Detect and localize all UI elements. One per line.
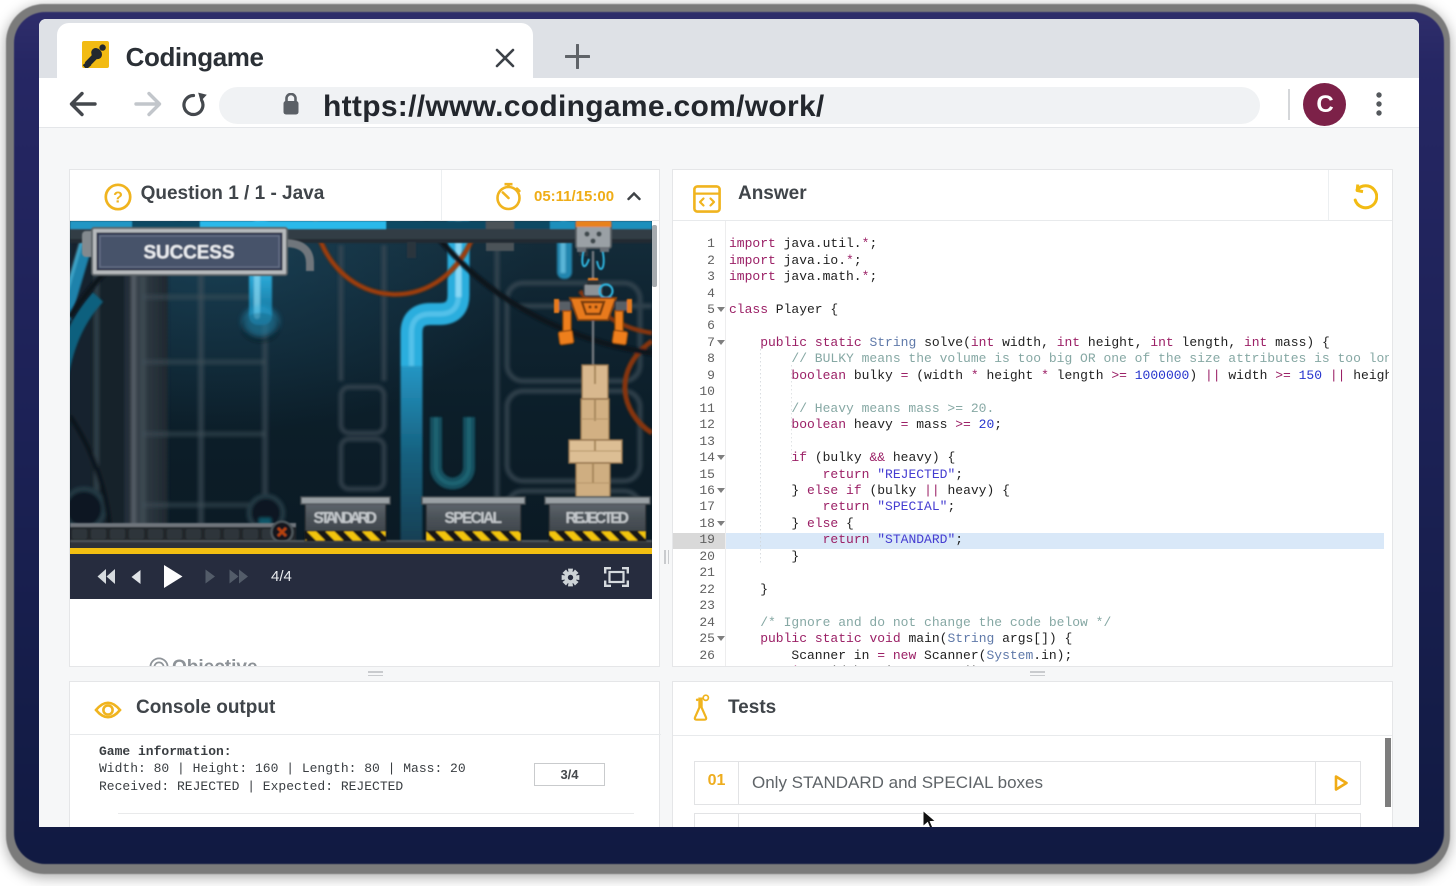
svg-text:STANDARD: STANDARD — [313, 510, 377, 527]
svg-text:?: ? — [113, 189, 123, 206]
svg-text:SPECIAL: SPECIAL — [444, 510, 502, 527]
svg-text:REJECTED: REJECTED — [565, 510, 629, 527]
svg-text:SUCCESS: SUCCESS — [143, 242, 235, 263]
